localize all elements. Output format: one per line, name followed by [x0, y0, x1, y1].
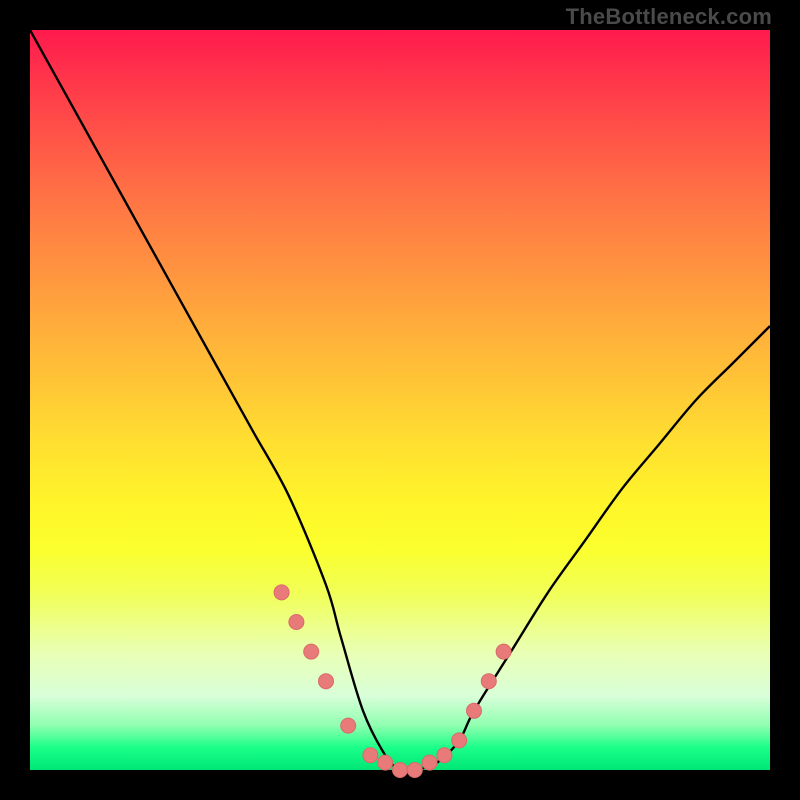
marker-dot — [393, 763, 408, 778]
outer-frame: TheBottleneck.com — [0, 0, 800, 800]
marker-dot — [289, 615, 304, 630]
marker-dot — [378, 755, 393, 770]
marker-dot — [363, 748, 378, 763]
marker-dot — [274, 585, 289, 600]
curve-line — [30, 30, 770, 771]
marker-dot — [304, 644, 319, 659]
marker-dot — [496, 644, 511, 659]
plot-area — [30, 30, 770, 770]
marker-dot — [481, 674, 496, 689]
marker-dot — [452, 733, 467, 748]
attribution-label: TheBottleneck.com — [566, 4, 772, 30]
marker-dot — [437, 748, 452, 763]
marker-dot — [341, 718, 356, 733]
marker-dot — [467, 703, 482, 718]
marker-dot — [319, 674, 334, 689]
marker-dot — [407, 763, 422, 778]
bottleneck-curve — [30, 30, 770, 770]
curve-markers — [274, 585, 511, 778]
marker-dot — [422, 755, 437, 770]
